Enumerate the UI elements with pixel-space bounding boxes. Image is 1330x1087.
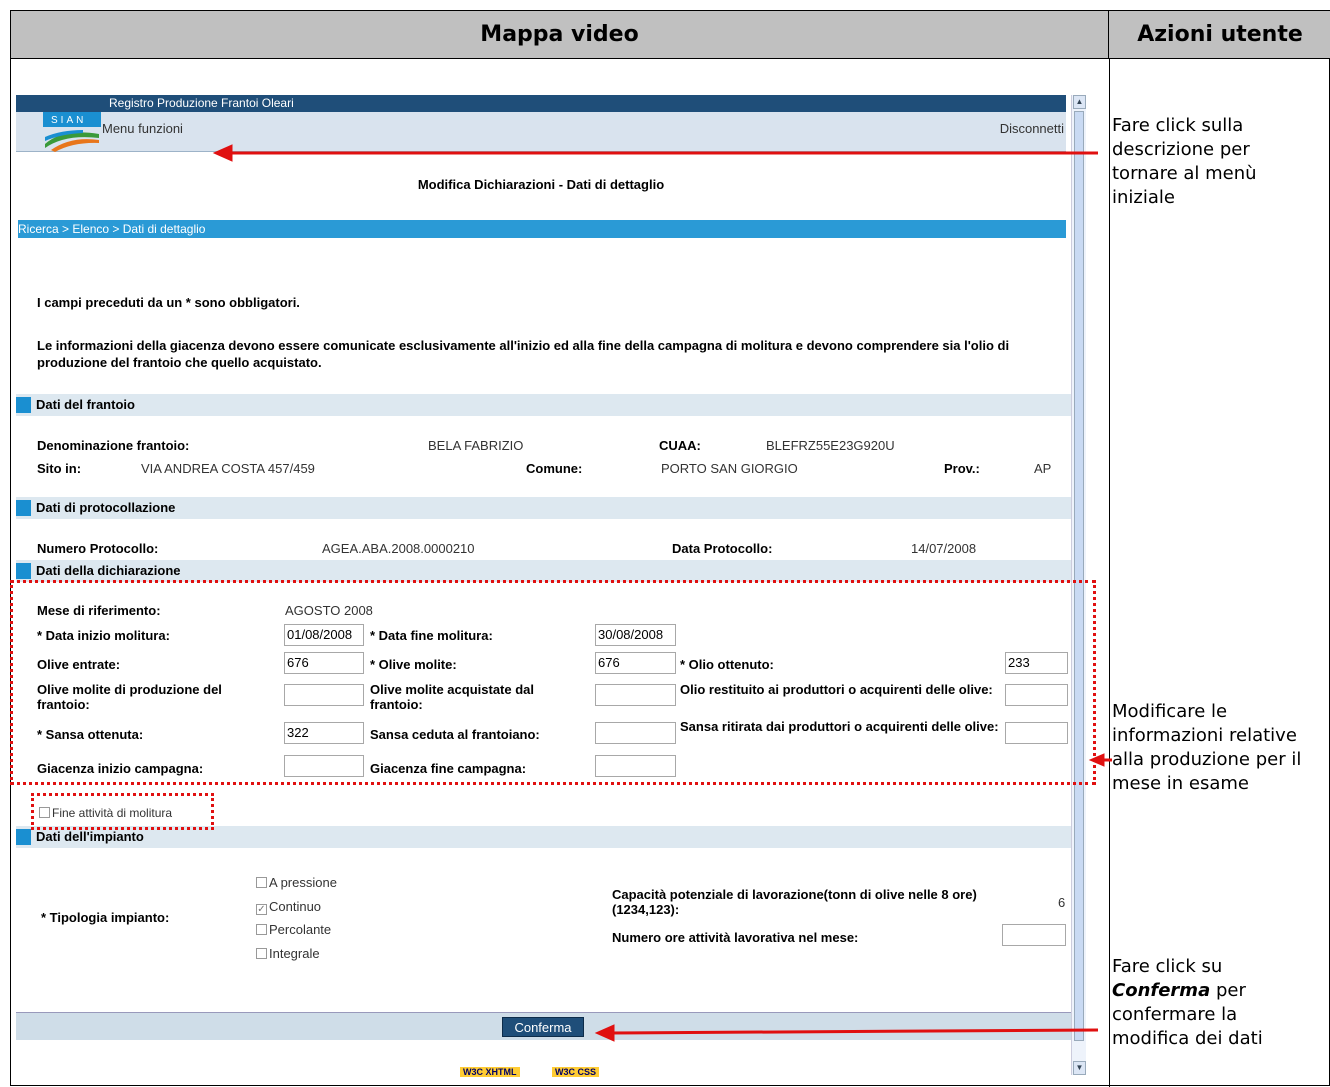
scroll-thumb[interactable] xyxy=(1074,111,1084,1041)
option-a-pressione[interactable]: A pressione xyxy=(256,875,337,890)
confirm-bar: Conferma xyxy=(16,1012,1071,1040)
disconnetti-link[interactable]: Disconnetti xyxy=(1000,121,1064,136)
option-integrale[interactable]: Integrale xyxy=(256,946,320,961)
option-label: Integrale xyxy=(269,946,320,961)
note-confirm: Fare click su Conferma per confermare la… xyxy=(1112,955,1312,1051)
option-percolante[interactable]: Percolante xyxy=(256,922,331,937)
denominazione-label: Denominazione frantoio: xyxy=(37,438,190,453)
column-divider xyxy=(1109,59,1110,1087)
option-label: Continuo xyxy=(269,899,322,914)
prov-label: Prov.: xyxy=(944,461,980,476)
breadcrumb: Ricerca > Elenco > Dati di dettaglio xyxy=(18,220,1066,238)
breadcrumb-separator: > xyxy=(109,222,123,236)
denominazione-value: BELA FABRIZIO xyxy=(428,438,524,453)
comune-label: Comune: xyxy=(526,461,583,476)
header-azioni-utente: Azioni utente xyxy=(1109,11,1330,59)
w3c-xhtml-badge: W3C XHTML xyxy=(460,1067,520,1077)
breadcrumb-current: Dati di dettaglio xyxy=(122,222,206,236)
note-menu: Fare click sulla descrizione per tornare… xyxy=(1112,115,1257,208)
w3c-css-badge: W3C CSS xyxy=(552,1067,600,1077)
capacita-value: 6 xyxy=(1058,895,1066,910)
numero-protocollo-value: AGEA.ABA.2008.0000210 xyxy=(322,541,475,556)
scroll-down-icon[interactable]: ▼ xyxy=(1073,1061,1086,1075)
cuaa-label: CUAA: xyxy=(659,438,701,453)
note-confirm-pre: Fare click su xyxy=(1112,956,1223,977)
breadcrumb-ricerca[interactable]: Ricerca xyxy=(18,222,59,236)
sian-logo-icon: SIAN xyxy=(43,112,101,152)
giacenza-note: Le informazioni della giacenza devono es… xyxy=(37,338,1010,370)
capacita-label: Capacità potenziale di lavorazione(tonn … xyxy=(612,887,977,917)
option-label: A pressione xyxy=(269,875,337,890)
sito-value: VIA ANDREA COSTA 457/459 xyxy=(141,461,315,476)
option-continuo[interactable]: ✓ Continuo xyxy=(256,899,321,915)
page-title: Modifica Dichiarazioni - Dati di dettagl… xyxy=(417,177,665,192)
data-protocollo-label: Data Protocollo: xyxy=(672,541,773,556)
comune-value: PORTO SAN GIORGIO xyxy=(661,461,798,476)
highlight-dichiarazione xyxy=(10,580,1096,785)
check-icon[interactable]: ✓ xyxy=(256,904,267,915)
numero-protocollo-label: Numero Protocollo: xyxy=(37,541,159,556)
section-frantoio-title: Dati del frantoio xyxy=(36,397,135,412)
checkbox-box[interactable] xyxy=(256,924,267,935)
header-mappa-video: Mappa video xyxy=(11,11,1109,59)
section-impianto-title: Dati dell'impianto xyxy=(36,829,144,844)
ore-attivita-label: Numero ore attività lavorativa nel mese: xyxy=(612,930,859,945)
conferma-button[interactable]: Conferma xyxy=(502,1017,584,1037)
section-dichiarazione: Dati della dichiarazione xyxy=(16,560,1071,582)
tipologia-label: * Tipologia impianto: xyxy=(41,910,170,925)
prov-value: AP xyxy=(1034,461,1052,476)
ore-attivita-input[interactable] xyxy=(1002,924,1066,946)
sito-label: Sito in: xyxy=(37,461,82,476)
section-dichiarazione-title: Dati della dichiarazione xyxy=(36,563,181,578)
cuaa-value: BLEFRZ55E23G920U xyxy=(766,438,895,453)
menu-bar: SIAN Menu funzioni Disconnetti xyxy=(16,112,1066,152)
section-protocollo: Dati di protocollazione xyxy=(16,497,1071,519)
section-frantoio: Dati del frantoio xyxy=(16,394,1071,416)
app-title: Registro Produzione Frantoi Oleari xyxy=(16,95,1066,112)
data-protocollo-value: 14/07/2008 xyxy=(911,541,977,556)
breadcrumb-elenco[interactable]: Elenco xyxy=(72,222,109,236)
checkbox-box[interactable] xyxy=(256,948,267,959)
menu-funzioni-link[interactable]: Menu funzioni xyxy=(102,121,183,136)
note-modify: Modificare le informazioni relative alla… xyxy=(1112,701,1302,794)
checkbox-box[interactable] xyxy=(256,877,267,888)
mandatory-note: I campi preceduti da un * sono obbligato… xyxy=(37,295,300,310)
note-confirm-bold: Conferma xyxy=(1112,980,1211,1001)
section-protocollo-title: Dati di protocollazione xyxy=(36,500,176,515)
highlight-fine-attivita xyxy=(31,793,214,830)
scroll-up-icon[interactable]: ▲ xyxy=(1073,95,1086,109)
option-label: Percolante xyxy=(269,922,332,937)
sian-logo-text: SIAN xyxy=(51,115,86,126)
breadcrumb-separator: > xyxy=(58,222,73,236)
